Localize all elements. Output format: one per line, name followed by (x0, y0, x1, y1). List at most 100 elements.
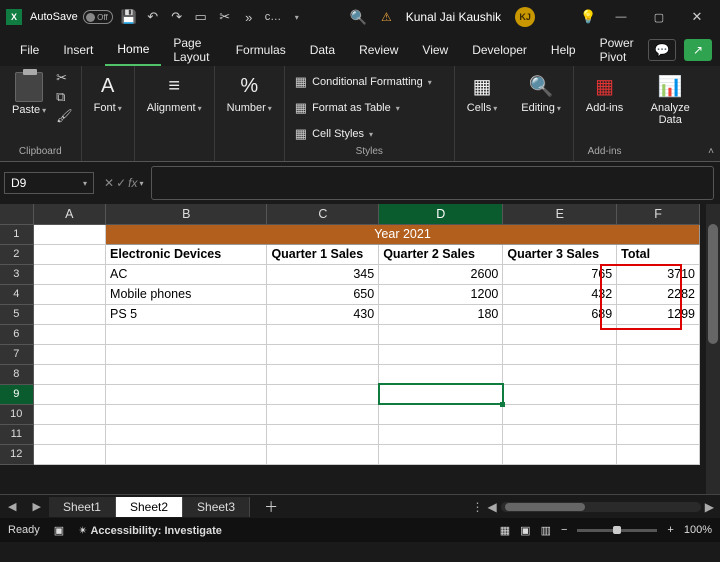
normal-view-icon[interactable]: ▦ (500, 524, 510, 537)
col-header-c[interactable]: C (267, 204, 379, 224)
header-cell[interactable]: Quarter 3 Sales (503, 244, 617, 264)
tab-file[interactable]: File (8, 34, 51, 66)
data-cell[interactable]: PS 5 (106, 304, 267, 324)
row-header[interactable]: 12 (0, 444, 33, 464)
header-cell[interactable]: Electronic Devices (106, 244, 267, 264)
col-header-d[interactable]: D (379, 204, 503, 224)
row-header[interactable]: 1 (0, 224, 33, 244)
minimize-button[interactable]: — (604, 3, 638, 31)
data-cell[interactable]: 1299 (617, 304, 700, 324)
data-cell[interactable]: Mobile phones (106, 284, 267, 304)
data-cell[interactable]: 2282 (617, 284, 700, 304)
comments-button[interactable]: 💬 (648, 39, 676, 61)
cancel-formula-icon[interactable]: ✕ (104, 176, 114, 190)
data-cell[interactable]: 2600 (379, 264, 503, 284)
tab-insert[interactable]: Insert (51, 34, 105, 66)
autosave-state[interactable]: Off (83, 10, 113, 24)
sheet-tab[interactable]: Sheet3 (183, 497, 250, 517)
search-icon[interactable]: 🔍 (350, 9, 367, 26)
row-header[interactable]: 4 (0, 284, 33, 304)
data-cell[interactable]: 1200 (379, 284, 503, 304)
hscroll-left-icon[interactable]: ◀ (488, 500, 497, 514)
save-icon[interactable]: 💾 (121, 9, 137, 25)
select-all-button[interactable] (0, 204, 33, 224)
page-break-view-icon[interactable]: ▥ (541, 524, 551, 537)
conditional-formatting-button[interactable]: ▦Conditional Formatting ▾ (293, 72, 446, 92)
fx-dropdown-icon[interactable]: ▾ (139, 179, 143, 188)
tab-page-layout[interactable]: Page Layout (161, 34, 223, 66)
cell-styles-button[interactable]: ▦Cell Styles ▾ (293, 124, 446, 144)
undo-icon[interactable]: ↶ (145, 9, 161, 25)
format-as-table-button[interactable]: ▦Format as Table ▾ (293, 98, 446, 118)
row-header[interactable]: 8 (0, 364, 33, 384)
number-button[interactable]: % Number▾ (223, 70, 276, 116)
data-cell[interactable]: 765 (503, 264, 617, 284)
add-sheet-button[interactable]: ＋ (250, 497, 292, 517)
enter-formula-icon[interactable]: ✓ (116, 176, 126, 190)
sheet-nav-next[interactable]: ▶ (24, 500, 48, 513)
scrollbar-thumb[interactable] (505, 503, 585, 511)
data-cell[interactable]: 3710 (617, 264, 700, 284)
format-painter-icon[interactable]: 🖌 (56, 108, 73, 124)
col-header-a[interactable]: A (33, 204, 105, 224)
cut-icon[interactable]: ✂ (56, 70, 73, 86)
qat-more-icon[interactable]: » (241, 10, 257, 25)
alignment-button[interactable]: ≡ Alignment▾ (143, 70, 206, 116)
doc-name[interactable]: c… (265, 11, 281, 23)
font-button[interactable]: A Font▾ (90, 70, 126, 116)
row-header[interactable]: 6 (0, 324, 33, 344)
vertical-scrollbar[interactable] (706, 204, 720, 494)
data-cell[interactable]: 345 (267, 264, 379, 284)
hscroll-right-icon[interactable]: ▶ (705, 500, 714, 514)
paste-button[interactable]: Paste▾ (8, 70, 50, 118)
scrollbar-thumb[interactable] (708, 224, 718, 344)
chevron-down-icon[interactable]: ▾ (83, 179, 87, 188)
tab-developer[interactable]: Developer (460, 34, 539, 66)
zoom-out-icon[interactable]: − (561, 524, 567, 536)
copy-icon[interactable]: ⧉ (56, 89, 73, 105)
autosave-toggle[interactable]: AutoSave Off (30, 10, 113, 24)
avatar[interactable]: KJ (515, 7, 535, 27)
fx-icon[interactable]: fx (128, 176, 137, 190)
zoom-level[interactable]: 100% (684, 524, 712, 536)
row-header[interactable]: 9 (0, 384, 33, 404)
formula-input[interactable] (151, 166, 714, 200)
share-button[interactable]: ↗ (684, 39, 712, 61)
row-header[interactable]: 11 (0, 424, 33, 444)
addins-button[interactable]: ▦ Add-ins (582, 70, 627, 116)
sheet-tab[interactable]: Sheet2 (116, 497, 183, 517)
zoom-slider[interactable] (577, 529, 657, 532)
maximize-button[interactable]: ▢ (642, 3, 676, 31)
active-cell[interactable] (379, 384, 503, 404)
tab-home[interactable]: Home (105, 34, 161, 66)
cut-icon[interactable]: ✂ (217, 9, 233, 25)
header-cell[interactable]: Quarter 2 Sales (379, 244, 503, 264)
sheet-tab[interactable]: Sheet1 (49, 497, 116, 517)
data-cell[interactable]: 650 (267, 284, 379, 304)
col-header-b[interactable]: B (106, 204, 267, 224)
analyze-data-button[interactable]: 📊 Analyze Data (643, 70, 697, 128)
tab-data[interactable]: Data (298, 34, 347, 66)
header-cell[interactable]: Total (617, 244, 700, 264)
zoom-in-icon[interactable]: + (667, 524, 673, 536)
editing-button[interactable]: 🔍 Editing▾ (517, 70, 565, 116)
header-cell[interactable]: Quarter 1 Sales (267, 244, 379, 264)
accessibility-status[interactable]: ✴ Accessibility: Investigate (78, 524, 222, 537)
data-cell[interactable]: 432 (503, 284, 617, 304)
data-cell[interactable]: 180 (379, 304, 503, 324)
col-header-e[interactable]: E (503, 204, 617, 224)
row-header[interactable]: 2 (0, 244, 33, 264)
tab-view[interactable]: View (410, 34, 460, 66)
sheet-nav-prev[interactable]: ◀ (0, 500, 24, 513)
spreadsheet-grid[interactable]: A B C D E F 1Year 2021 2 Electronic Devi… (0, 204, 700, 465)
collapse-ribbon-icon[interactable]: ˄ (708, 146, 714, 157)
macro-record-icon[interactable]: ▣ (54, 524, 64, 537)
data-cell[interactable]: 689 (503, 304, 617, 324)
tab-power-pivot[interactable]: Power Pivot (588, 34, 648, 66)
data-cell[interactable]: 430 (267, 304, 379, 324)
cells-button[interactable]: ▦ Cells▾ (463, 70, 501, 116)
touch-mode-icon[interactable]: ▭ (193, 9, 209, 25)
user-name[interactable]: Kunal Jai Kaushik (406, 10, 501, 24)
tab-scroll-menu-icon[interactable]: ⋮ (472, 500, 484, 514)
lightbulb-icon[interactable]: 💡 (580, 9, 596, 25)
